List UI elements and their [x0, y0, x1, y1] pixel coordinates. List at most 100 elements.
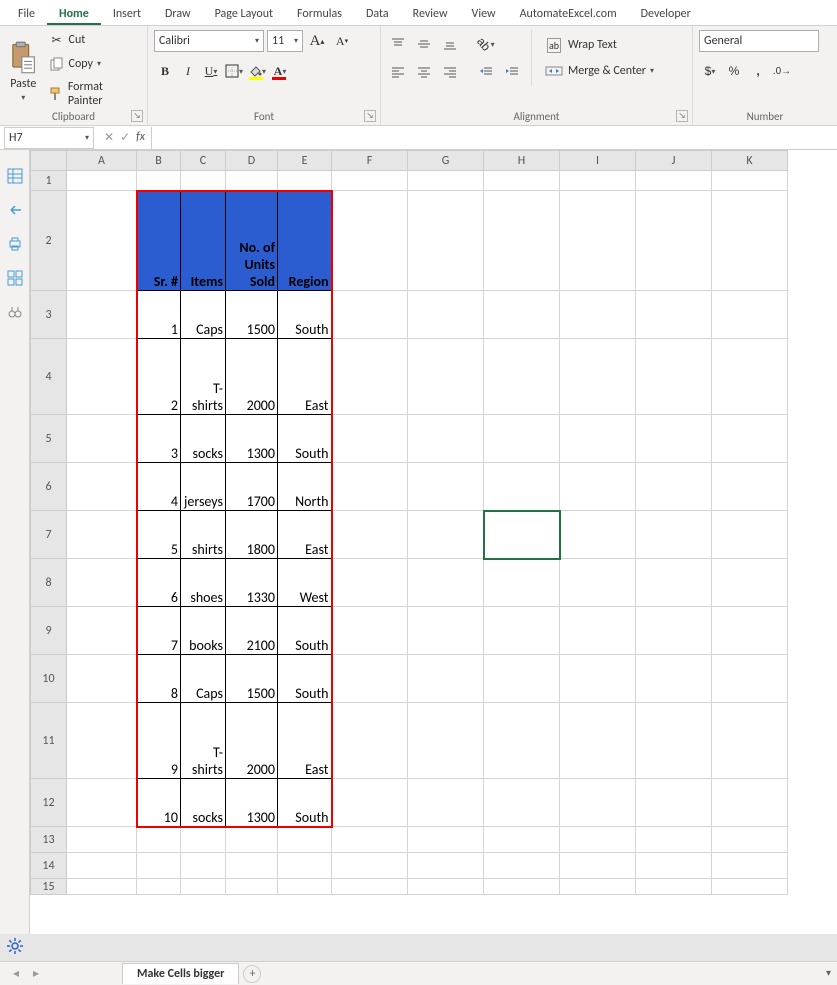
- row-header-7[interactable]: 7: [31, 511, 67, 559]
- col-header-H[interactable]: H: [484, 151, 560, 171]
- cell-I3[interactable]: [560, 291, 636, 339]
- orientation-button[interactable]: ab▾: [475, 33, 497, 55]
- cell-D4[interactable]: 2000: [226, 339, 278, 415]
- cell-K12[interactable]: [712, 779, 788, 827]
- cell-H2[interactable]: [484, 191, 560, 291]
- cell-I10[interactable]: [560, 655, 636, 703]
- cell-H10[interactable]: [484, 655, 560, 703]
- cell-H9[interactable]: [484, 607, 560, 655]
- cell-I7[interactable]: [560, 511, 636, 559]
- font-size-select[interactable]: 11 ▾: [267, 30, 303, 52]
- align-center-button[interactable]: [413, 61, 435, 83]
- printer-icon[interactable]: [7, 236, 23, 252]
- cell-J4[interactable]: [636, 339, 712, 415]
- cell-H5[interactable]: [484, 415, 560, 463]
- decrease-indent-button[interactable]: [475, 61, 497, 83]
- cell-F9[interactable]: [332, 607, 408, 655]
- borders-button[interactable]: ▾: [223, 60, 245, 82]
- cell-A1[interactable]: [67, 171, 137, 191]
- cell-D14[interactable]: [226, 853, 278, 879]
- cell-H14[interactable]: [484, 853, 560, 879]
- col-header-K[interactable]: K: [712, 151, 788, 171]
- cell-J6[interactable]: [636, 463, 712, 511]
- col-header-G[interactable]: G: [408, 151, 484, 171]
- cell-K6[interactable]: [712, 463, 788, 511]
- row-header-5[interactable]: 5: [31, 415, 67, 463]
- cell-C4[interactable]: T-shirts: [181, 339, 226, 415]
- copy-button[interactable]: Copy ▾: [45, 54, 141, 74]
- cell-D11[interactable]: 2000: [226, 703, 278, 779]
- cell-B1[interactable]: [137, 171, 181, 191]
- row-header-15[interactable]: 15: [31, 879, 67, 895]
- ribbon-tab-automateexcel-com[interactable]: AutomateExcel.com: [508, 2, 629, 25]
- cell-D3[interactable]: 1500: [226, 291, 278, 339]
- cell-A9[interactable]: [67, 607, 137, 655]
- align-right-button[interactable]: [439, 61, 461, 83]
- row-header-9[interactable]: 9: [31, 607, 67, 655]
- cell-C5[interactable]: socks: [181, 415, 226, 463]
- cell-B2[interactable]: Sr. #: [137, 191, 181, 291]
- table-icon[interactable]: [7, 168, 23, 184]
- cell-I13[interactable]: [560, 827, 636, 853]
- cell-H8[interactable]: [484, 559, 560, 607]
- cell-F10[interactable]: [332, 655, 408, 703]
- ribbon-tab-draw[interactable]: Draw: [153, 2, 203, 25]
- cell-K10[interactable]: [712, 655, 788, 703]
- cell-E11[interactable]: East: [278, 703, 332, 779]
- increase-indent-button[interactable]: [501, 61, 523, 83]
- cell-A10[interactable]: [67, 655, 137, 703]
- cell-J1[interactable]: [636, 171, 712, 191]
- cell-B7[interactable]: 5: [137, 511, 181, 559]
- cell-C13[interactable]: [181, 827, 226, 853]
- cell-C3[interactable]: Caps: [181, 291, 226, 339]
- cell-J11[interactable]: [636, 703, 712, 779]
- cell-G7[interactable]: [408, 511, 484, 559]
- col-header-C[interactable]: C: [181, 151, 226, 171]
- cell-C12[interactable]: socks: [181, 779, 226, 827]
- cell-H13[interactable]: [484, 827, 560, 853]
- cell-B5[interactable]: 3: [137, 415, 181, 463]
- ribbon-tab-review[interactable]: Review: [401, 2, 460, 25]
- cell-E1[interactable]: [278, 171, 332, 191]
- cell-G1[interactable]: [408, 171, 484, 191]
- col-header-A[interactable]: A: [67, 151, 137, 171]
- col-header-F[interactable]: F: [332, 151, 408, 171]
- cell-E14[interactable]: [278, 853, 332, 879]
- ribbon-tab-home[interactable]: Home: [47, 2, 101, 25]
- cell-A15[interactable]: [67, 879, 137, 895]
- cell-D7[interactable]: 1800: [226, 511, 278, 559]
- cell-A2[interactable]: [67, 191, 137, 291]
- cell-C2[interactable]: Items: [181, 191, 226, 291]
- row-header-8[interactable]: 8: [31, 559, 67, 607]
- cell-A14[interactable]: [67, 853, 137, 879]
- cell-I15[interactable]: [560, 879, 636, 895]
- cancel-formula-icon[interactable]: ✕: [104, 130, 114, 145]
- cell-F11[interactable]: [332, 703, 408, 779]
- gear-icon[interactable]: [6, 937, 24, 959]
- cell-E12[interactable]: South: [278, 779, 332, 827]
- font-color-button[interactable]: A ▾: [269, 60, 291, 82]
- cell-K2[interactable]: [712, 191, 788, 291]
- sheet-nav-next[interactable]: ▸: [28, 966, 44, 982]
- cell-F3[interactable]: [332, 291, 408, 339]
- cell-I8[interactable]: [560, 559, 636, 607]
- bold-button[interactable]: B: [154, 60, 176, 82]
- cell-C1[interactable]: [181, 171, 226, 191]
- cell-G10[interactable]: [408, 655, 484, 703]
- cell-B6[interactable]: 4: [137, 463, 181, 511]
- cell-G3[interactable]: [408, 291, 484, 339]
- sheet-nav-prev[interactable]: ◂: [8, 966, 24, 982]
- paste-button[interactable]: Paste ▾: [6, 37, 41, 103]
- cell-C8[interactable]: shoes: [181, 559, 226, 607]
- cell-E13[interactable]: [278, 827, 332, 853]
- cell-G6[interactable]: [408, 463, 484, 511]
- cell-A3[interactable]: [67, 291, 137, 339]
- currency-button[interactable]: $▾: [699, 60, 721, 82]
- sheet-tab[interactable]: Make Cells bigger: [122, 963, 239, 984]
- group-launcher-clipboard[interactable]: ↘: [131, 110, 143, 122]
- grid[interactable]: ABCDEFGHIJK12Sr. #ItemsNo. of Units Sold…: [30, 150, 837, 934]
- number-format-select[interactable]: General: [699, 30, 819, 52]
- cell-D6[interactable]: 1700: [226, 463, 278, 511]
- cell-K8[interactable]: [712, 559, 788, 607]
- cell-C7[interactable]: shirts: [181, 511, 226, 559]
